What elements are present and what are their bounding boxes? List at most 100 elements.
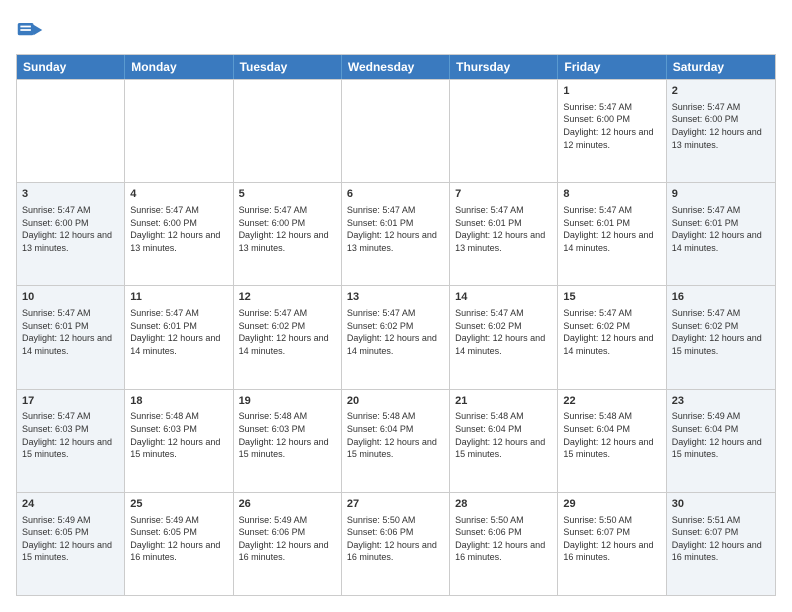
cal-cell-23: 23Sunrise: 5:49 AMSunset: 6:04 PMDayligh… <box>667 390 775 492</box>
day-number: 2 <box>672 84 770 99</box>
cal-cell-30: 30 Sunrise: 5:51 AMSunset: 6:07 PMDayligh… <box>667 493 775 595</box>
day-number: 6 <box>347 187 444 202</box>
cal-cell-18: 18Sunrise: 5:48 AMSunset: 6:03 PMDayligh… <box>125 390 233 492</box>
day-info: Sunrise: 5:47 AMSunset: 6:02 PMDaylight:… <box>239 307 336 357</box>
day-info: Sunrise: 5:47 AMSunset: 6:00 PMDaylight:… <box>239 204 336 254</box>
day-info: Sunrise: 5:47 AMSunset: 6:01 PMDaylight:… <box>563 204 660 254</box>
day-info: Sunrise: 5:47 AMSunset: 6:01 PMDaylight:… <box>347 204 444 254</box>
day-number: 21 <box>455 394 552 409</box>
day-number: 20 <box>347 394 444 409</box>
day-info: Sunrise: 5:49 AMSunset: 6:05 PMDaylight:… <box>22 514 119 564</box>
day-info: Sunrise: 5:50 AMSunset: 6:06 PMDaylight:… <box>455 514 552 564</box>
cal-cell-12: 12 Sunrise: 5:47 AMSunset: 6:02 PMDayligh… <box>234 286 342 388</box>
header-day-monday: Monday <box>125 55 233 79</box>
calendar-header: SundayMondayTuesdayWednesdayThursdayFrid… <box>17 55 775 79</box>
day-number: 12 <box>239 290 336 305</box>
cal-cell-10: 10 Sunrise: 5:47 AMSunset: 6:01 PMDayligh… <box>17 286 125 388</box>
day-info: Sunrise: 5:47 AMSunset: 6:02 PMDaylight:… <box>347 307 444 357</box>
calendar-row-3: 17Sunrise: 5:47 AMSunset: 6:03 PMDayligh… <box>17 389 775 492</box>
day-number: 24 <box>22 497 119 512</box>
day-info: Sunrise: 5:47 AMSunset: 6:02 PMDaylight:… <box>563 307 660 357</box>
day-number: 9 <box>672 187 770 202</box>
day-info: Sunrise: 5:47 AMSunset: 6:01 PMDaylight:… <box>455 204 552 254</box>
cal-cell-27: 27Sunrise: 5:50 AMSunset: 6:06 PMDayligh… <box>342 493 450 595</box>
header <box>16 16 776 44</box>
day-info: Sunrise: 5:47 AMSunset: 6:00 PMDaylight:… <box>672 101 770 151</box>
day-number: 22 <box>563 394 660 409</box>
day-number: 28 <box>455 497 552 512</box>
day-info: Sunrise: 5:47 AMSunset: 6:01 PMDaylight:… <box>130 307 227 357</box>
day-info: Sunrise: 5:51 AMSunset: 6:07 PMDaylight:… <box>672 514 770 564</box>
day-number: 7 <box>455 187 552 202</box>
cal-cell-6: 6 Sunrise: 5:47 AMSunset: 6:01 PMDaylight… <box>342 183 450 285</box>
day-info: Sunrise: 5:47 AMSunset: 6:02 PMDaylight:… <box>455 307 552 357</box>
cal-cell-empty-0-3 <box>342 80 450 182</box>
day-number: 30 <box>672 497 770 512</box>
cal-cell-15: 15 Sunrise: 5:47 AMSunset: 6:02 PMDayligh… <box>558 286 666 388</box>
day-info: Sunrise: 5:48 AMSunset: 6:04 PMDaylight:… <box>563 410 660 460</box>
cal-cell-28: 28 Sunrise: 5:50 AMSunset: 6:06 PMDayligh… <box>450 493 558 595</box>
day-info: Sunrise: 5:49 AMSunset: 6:06 PMDaylight:… <box>239 514 336 564</box>
cal-cell-empty-0-2 <box>234 80 342 182</box>
day-number: 8 <box>563 187 660 202</box>
cal-cell-16: 16 Sunrise: 5:47 AMSunset: 6:02 PMDayligh… <box>667 286 775 388</box>
cal-cell-5: 5 Sunrise: 5:47 AMSunset: 6:00 PMDaylight… <box>234 183 342 285</box>
day-number: 4 <box>130 187 227 202</box>
day-info: Sunrise: 5:48 AMSunset: 6:03 PMDaylight:… <box>130 410 227 460</box>
page: SundayMondayTuesdayWednesdayThursdayFrid… <box>0 0 792 612</box>
day-number: 10 <box>22 290 119 305</box>
day-info: Sunrise: 5:48 AMSunset: 6:04 PMDaylight:… <box>455 410 552 460</box>
cal-cell-9: 9Sunrise: 5:47 AMSunset: 6:01 PMDaylight… <box>667 183 775 285</box>
cal-cell-empty-0-1 <box>125 80 233 182</box>
cal-cell-24: 24 Sunrise: 5:49 AMSunset: 6:05 PMDayligh… <box>17 493 125 595</box>
cal-cell-3: 3 Sunrise: 5:47 AMSunset: 6:00 PMDaylight… <box>17 183 125 285</box>
day-number: 17 <box>22 394 119 409</box>
cal-cell-2: 2 Sunrise: 5:47 AMSunset: 6:00 PMDaylight… <box>667 80 775 182</box>
day-info: Sunrise: 5:47 AMSunset: 6:00 PMDaylight:… <box>130 204 227 254</box>
header-day-sunday: Sunday <box>17 55 125 79</box>
day-info: Sunrise: 5:47 AMSunset: 6:00 PMDaylight:… <box>563 101 660 151</box>
cal-cell-empty-0-4 <box>450 80 558 182</box>
day-info: Sunrise: 5:47 AMSunset: 6:03 PMDaylight:… <box>22 410 119 460</box>
cal-cell-22: 22Sunrise: 5:48 AMSunset: 6:04 PMDayligh… <box>558 390 666 492</box>
day-number: 15 <box>563 290 660 305</box>
logo <box>16 16 48 44</box>
day-info: Sunrise: 5:50 AMSunset: 6:07 PMDaylight:… <box>563 514 660 564</box>
calendar-row-1: 3 Sunrise: 5:47 AMSunset: 6:00 PMDaylight… <box>17 182 775 285</box>
day-number: 23 <box>672 394 770 409</box>
day-info: Sunrise: 5:48 AMSunset: 6:03 PMDaylight:… <box>239 410 336 460</box>
cal-cell-14: 14Sunrise: 5:47 AMSunset: 6:02 PMDayligh… <box>450 286 558 388</box>
day-info: Sunrise: 5:49 AMSunset: 6:05 PMDaylight:… <box>130 514 227 564</box>
day-number: 1 <box>563 84 660 99</box>
calendar-body: 1 Sunrise: 5:47 AMSunset: 6:00 PMDaylight… <box>17 79 775 595</box>
header-day-saturday: Saturday <box>667 55 775 79</box>
day-info: Sunrise: 5:47 AMSunset: 6:00 PMDaylight:… <box>22 204 119 254</box>
cal-cell-21: 21Sunrise: 5:48 AMSunset: 6:04 PMDayligh… <box>450 390 558 492</box>
cal-cell-19: 19Sunrise: 5:48 AMSunset: 6:03 PMDayligh… <box>234 390 342 492</box>
calendar-row-0: 1 Sunrise: 5:47 AMSunset: 6:00 PMDaylight… <box>17 79 775 182</box>
day-info: Sunrise: 5:47 AMSunset: 6:02 PMDaylight:… <box>672 307 770 357</box>
cal-cell-11: 11 Sunrise: 5:47 AMSunset: 6:01 PMDayligh… <box>125 286 233 388</box>
day-number: 11 <box>130 290 227 305</box>
cal-cell-1: 1 Sunrise: 5:47 AMSunset: 6:00 PMDaylight… <box>558 80 666 182</box>
calendar-row-4: 24 Sunrise: 5:49 AMSunset: 6:05 PMDayligh… <box>17 492 775 595</box>
cal-cell-empty-0-0 <box>17 80 125 182</box>
day-number: 5 <box>239 187 336 202</box>
cal-cell-26: 26Sunrise: 5:49 AMSunset: 6:06 PMDayligh… <box>234 493 342 595</box>
day-info: Sunrise: 5:47 AMSunset: 6:01 PMDaylight:… <box>22 307 119 357</box>
header-day-tuesday: Tuesday <box>234 55 342 79</box>
day-info: Sunrise: 5:48 AMSunset: 6:04 PMDaylight:… <box>347 410 444 460</box>
header-day-friday: Friday <box>558 55 666 79</box>
header-day-thursday: Thursday <box>450 55 558 79</box>
cal-cell-4: 4 Sunrise: 5:47 AMSunset: 6:00 PMDaylight… <box>125 183 233 285</box>
day-number: 25 <box>130 497 227 512</box>
cal-cell-7: 7 Sunrise: 5:47 AMSunset: 6:01 PMDaylight… <box>450 183 558 285</box>
day-number: 29 <box>563 497 660 512</box>
cal-cell-20: 20Sunrise: 5:48 AMSunset: 6:04 PMDayligh… <box>342 390 450 492</box>
day-number: 16 <box>672 290 770 305</box>
header-day-wednesday: Wednesday <box>342 55 450 79</box>
day-number: 18 <box>130 394 227 409</box>
day-number: 3 <box>22 187 119 202</box>
day-number: 19 <box>239 394 336 409</box>
day-info: Sunrise: 5:49 AMSunset: 6:04 PMDaylight:… <box>672 410 770 460</box>
